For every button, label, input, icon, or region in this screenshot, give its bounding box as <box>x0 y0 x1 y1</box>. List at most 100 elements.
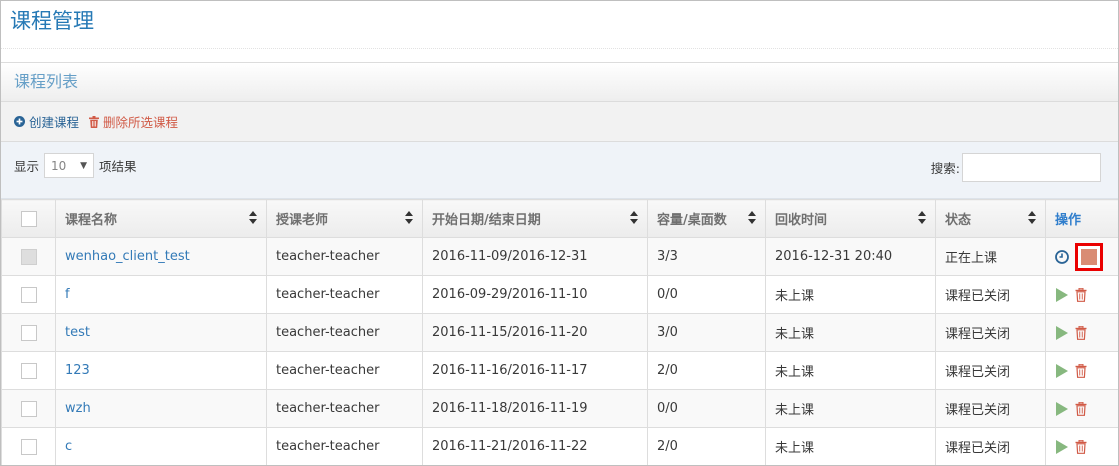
play-icon[interactable] <box>1055 287 1069 303</box>
status-cell: 课程已关闭 <box>935 427 1046 465</box>
row-checkbox[interactable] <box>20 362 37 379</box>
page-length-select[interactable]: 10 ▼ <box>44 153 95 178</box>
sort-icon <box>405 211 413 225</box>
course-table: 课程名称 授课老师 开始日期/结束日期 容量/桌面数 回收时间 状态 操作 we… <box>1 199 1118 465</box>
actions-cell <box>1045 313 1118 352</box>
search-input[interactable] <box>962 153 1101 182</box>
play-icon[interactable] <box>1055 439 1069 455</box>
row-checkbox-cell <box>1 389 56 428</box>
course-name-link[interactable]: f <box>65 287 70 302</box>
play-icon[interactable] <box>1055 363 1069 379</box>
dates-cell: 2016-11-21/2016-11-22 <box>422 427 648 465</box>
trash-icon[interactable] <box>1075 439 1087 454</box>
trash-icon <box>89 115 100 128</box>
row-checkbox[interactable] <box>20 286 37 303</box>
course-name-cell: 123 <box>55 351 267 390</box>
capacity-cell: 3/3 <box>647 237 766 276</box>
dates-cell: 2016-11-15/2016-11-20 <box>422 313 648 352</box>
trash-icon[interactable] <box>1075 363 1087 378</box>
table-row: c teacher-teacher 2016-11-21/2016-11-22 … <box>1 427 1118 465</box>
course-name-cell: wenhao_client_test <box>55 237 267 276</box>
delete-selected-button[interactable]: 删除所选课程 <box>89 112 178 131</box>
course-management-page: 课程管理 课程列表 创建课程 删除所选课程 显示 10 ▼ 项结果 搜索: 课程… <box>0 0 1119 466</box>
course-name-cell: wzh <box>55 389 267 428</box>
play-icon[interactable] <box>1055 325 1069 341</box>
course-name-link[interactable]: test <box>65 325 90 340</box>
dates-cell: 2016-11-16/2016-11-17 <box>422 351 648 390</box>
column-header-teacher[interactable]: 授课老师 <box>266 199 423 238</box>
toolbar: 创建课程 删除所选课程 <box>1 102 1118 142</box>
create-course-label: 创建课程 <box>29 115 80 130</box>
page-title: 课程管理 <box>10 9 94 33</box>
select-all-checkbox[interactable] <box>20 210 37 227</box>
recycle-time-cell: 未上课 <box>765 389 936 428</box>
teacher-cell: teacher-teacher <box>266 313 423 352</box>
capacity-cell: 3/0 <box>647 313 766 352</box>
actions-cell <box>1045 237 1118 276</box>
row-checkbox-cell <box>1 351 56 390</box>
column-header-label: 课程名称 <box>65 213 118 228</box>
trash-icon[interactable] <box>1075 325 1087 340</box>
recycle-time-cell: 未上课 <box>765 313 936 352</box>
column-header-label: 容量/桌面数 <box>657 213 727 228</box>
search-control: 搜索: <box>931 153 1101 182</box>
row-checkbox[interactable] <box>20 438 37 455</box>
table-header-row: 课程名称 授课老师 开始日期/结束日期 容量/桌面数 回收时间 状态 操作 <box>1 199 1118 238</box>
course-name-cell: f <box>55 275 267 314</box>
teacher-cell: teacher-teacher <box>266 351 423 390</box>
sort-icon <box>1028 211 1036 225</box>
column-header-status[interactable]: 状态 <box>935 199 1046 238</box>
clock-icon[interactable] <box>1055 249 1069 264</box>
dates-cell: 2016-11-18/2016-11-19 <box>422 389 648 428</box>
course-name-link[interactable]: wenhao_client_test <box>65 249 190 264</box>
select-all-cell <box>1 199 56 238</box>
teacher-cell: teacher-teacher <box>266 275 423 314</box>
recycle-time-cell: 未上课 <box>765 427 936 465</box>
actions-cell <box>1045 351 1118 390</box>
course-name-link[interactable]: 123 <box>65 363 90 378</box>
teacher-cell: teacher-teacher <box>266 427 423 465</box>
sort-icon <box>748 211 756 225</box>
widget-header: 课程列表 <box>1 62 1118 102</box>
column-header-label: 回收时间 <box>775 213 828 228</box>
capacity-cell: 2/0 <box>647 427 766 465</box>
recycle-time-cell: 未上课 <box>765 351 936 390</box>
capacity-cell: 0/0 <box>647 389 766 428</box>
status-cell: 课程已关闭 <box>935 275 1046 314</box>
status-cell: 课程已关闭 <box>935 389 1046 428</box>
sort-icon <box>249 211 257 225</box>
row-checkbox[interactable] <box>20 400 37 417</box>
search-label: 搜索: <box>930 161 960 176</box>
column-header-label: 开始日期/结束日期 <box>432 213 541 228</box>
column-header-dates[interactable]: 开始日期/结束日期 <box>422 199 648 238</box>
row-checkbox-cell <box>1 275 56 314</box>
column-header-recycle[interactable]: 回收时间 <box>765 199 936 238</box>
column-header-name[interactable]: 课程名称 <box>55 199 267 238</box>
course-name-cell: c <box>55 427 267 465</box>
create-course-button[interactable]: 创建课程 <box>14 112 79 131</box>
column-header-actions: 操作 <box>1045 199 1118 238</box>
table-row: test teacher-teacher 2016-11-15/2016-11-… <box>1 313 1118 352</box>
row-checkbox-cell <box>1 237 56 276</box>
plus-circle-icon <box>14 116 25 127</box>
dates-cell: 2016-11-09/2016-12-31 <box>422 237 648 276</box>
row-checkbox-cell <box>1 427 56 465</box>
trash-icon[interactable] <box>1075 287 1087 302</box>
course-name-link[interactable]: wzh <box>65 401 91 416</box>
table-row: 123 teacher-teacher 2016-11-16/2016-11-1… <box>1 351 1118 390</box>
column-header-capacity[interactable]: 容量/桌面数 <box>647 199 766 238</box>
stop-icon <box>1081 248 1097 265</box>
page-length-control: 显示 10 ▼ 项结果 <box>14 153 137 178</box>
stop-course-button[interactable] <box>1075 242 1103 271</box>
teacher-cell: teacher-teacher <box>266 389 423 428</box>
play-icon[interactable] <box>1055 401 1069 417</box>
trash-icon[interactable] <box>1075 401 1087 416</box>
course-name-link[interactable]: c <box>65 439 72 454</box>
row-checkbox <box>20 248 37 265</box>
row-checkbox[interactable] <box>20 324 37 341</box>
capacity-cell: 0/0 <box>647 275 766 314</box>
table-controls: 显示 10 ▼ 项结果 搜索: <box>1 142 1118 199</box>
sort-icon <box>630 211 638 225</box>
page-length-value: 10 <box>51 158 67 173</box>
table-row: wenhao_client_test teacher-teacher 2016-… <box>1 237 1118 276</box>
